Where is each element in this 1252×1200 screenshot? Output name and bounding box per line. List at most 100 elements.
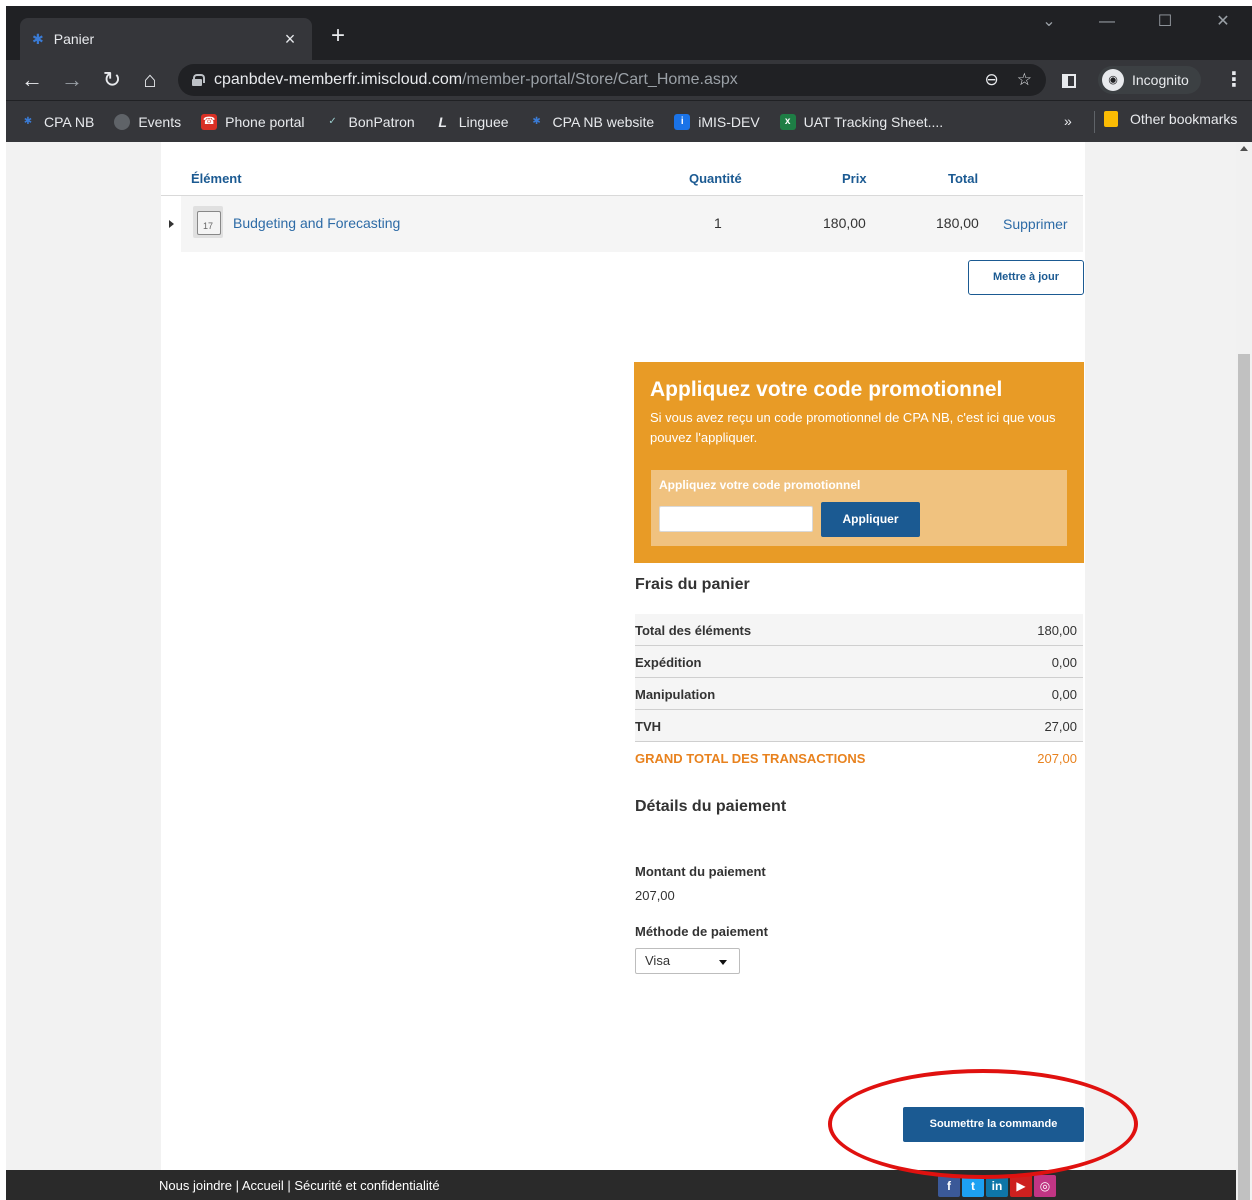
payment-method-select[interactable]: Visa	[635, 948, 740, 974]
phone-icon: ☎	[201, 113, 218, 130]
maple-leaf-icon: ✱	[532, 115, 541, 127]
folder-icon	[1104, 111, 1118, 127]
promo-code-label: Appliquez votre code promotionnel	[659, 478, 861, 492]
annotation-ellipse	[828, 1069, 1138, 1179]
expand-row-icon[interactable]	[161, 196, 181, 252]
bookmark-item[interactable]: x UAT Tracking Sheet....	[779, 113, 944, 130]
item-price: 180,00	[823, 215, 866, 231]
bookmark-label: Phone portal	[225, 113, 305, 130]
page-viewport: Élément Quantité Prix Total 17 Budgeting…	[6, 142, 1236, 1200]
browser-tab[interactable]: ✱ Panier ×	[20, 18, 312, 60]
bookmark-label: Events	[138, 113, 182, 130]
fee-label: Expédition	[635, 655, 702, 670]
browser-chrome: ✱ Panier × + ⌄ — ☐ ✕ ← → ↻ ⌂ cpanbdev-me…	[6, 6, 1252, 142]
grand-total-label: GRAND TOTAL DES TRANSACTIONS	[635, 751, 866, 766]
back-arrow-icon[interactable]: ←	[18, 66, 46, 94]
maximize-icon[interactable]: ☐	[1136, 6, 1194, 38]
grand-total-row: GRAND TOTAL DES TRANSACTIONS 207,00	[635, 742, 1083, 774]
imis-icon: i	[674, 113, 691, 130]
bookmark-label: iMIS-DEV	[698, 113, 760, 130]
promo-code-panel: Appliquez votre code promotionnel Si vou…	[634, 362, 1084, 563]
incognito-icon: ◉	[1102, 69, 1124, 91]
url-host: cpanbdev-memberfr.imiscloud.com	[214, 71, 463, 88]
linguee-icon: L	[438, 113, 447, 130]
browser-toolbar: ← → ↻ ⌂ cpanbdev-memberfr.imiscloud.com …	[6, 60, 1252, 100]
fee-row: Expédition 0,00	[635, 646, 1083, 678]
bookmark-item[interactable]: L Linguee	[435, 113, 509, 130]
header-item: Élément	[191, 171, 242, 186]
title-bar: ✱ Panier × + ⌄ — ☐ ✕	[6, 6, 1252, 60]
promo-title: Appliquez votre code promotionnel	[650, 378, 1003, 401]
scrollbar-thumb[interactable]	[1238, 354, 1250, 1200]
payment-method-value: Visa	[645, 953, 671, 968]
lock-icon	[192, 74, 205, 86]
fee-row: Total des éléments 180,00	[635, 614, 1083, 646]
window-controls: ⌄ — ☐ ✕	[1020, 6, 1252, 38]
cart-fees-title: Frais du panier	[635, 576, 750, 593]
check-icon: ✓	[328, 115, 337, 127]
footer-links[interactable]: Nous joindre | Accueil | Sécurité et con…	[159, 1178, 440, 1193]
side-panel-icon[interactable]	[1062, 74, 1076, 88]
close-tab-icon[interactable]: ×	[280, 29, 300, 50]
update-cart-button[interactable]: Mettre à jour	[968, 260, 1084, 295]
apply-promo-button[interactable]: Appliquer	[821, 502, 920, 537]
reload-icon[interactable]: ↻	[98, 66, 126, 94]
payment-method-label: Méthode de paiement	[635, 924, 768, 939]
bookmark-item[interactable]: ✱ CPA NB website	[529, 113, 655, 130]
menu-kebab-icon[interactable]: ⋮	[1224, 66, 1244, 94]
forward-arrow-icon[interactable]: →	[58, 66, 86, 94]
incognito-label: Incognito	[1132, 72, 1189, 88]
promo-description: Si vous avez reçu un code promotionnel d…	[650, 410, 1056, 445]
payment-details-title: Détails du paiement	[635, 798, 787, 815]
bookmark-item[interactable]: Events	[114, 113, 182, 130]
bookmark-item[interactable]: i iMIS-DEV	[674, 113, 760, 130]
page-footer: Nous joindre | Accueil | Sécurité et con…	[6, 1170, 1236, 1200]
cart-table-header: Élément Quantité Prix Total	[161, 162, 1083, 196]
home-icon[interactable]: ⌂	[136, 66, 164, 94]
bookmarks-bar: ✱ CPA NB Events ☎ Phone portal ✓ BonPatron …	[6, 100, 1252, 142]
other-bookmarks-label: Other bookmarks	[1130, 111, 1238, 127]
bookmarks-separator	[1094, 111, 1095, 133]
bookmark-item[interactable]: ✓ BonPatron	[325, 114, 414, 130]
minimize-icon[interactable]: —	[1078, 6, 1136, 38]
bookmark-label: CPA NB	[44, 113, 95, 130]
bookmarks-overflow-button[interactable]: »	[1064, 113, 1072, 129]
cart-fees-table: Total des éléments 180,00 Expédition 0,0…	[635, 614, 1083, 774]
other-bookmarks[interactable]: Other bookmarks	[1104, 111, 1237, 127]
bookmark-label: Linguee	[458, 113, 509, 130]
bookmark-item[interactable]: ✱ CPA NB	[20, 113, 95, 130]
new-tab-button[interactable]: +	[324, 22, 352, 50]
bookmark-item[interactable]: ☎ Phone portal	[201, 113, 305, 130]
zoom-icon[interactable]: ⊖	[985, 70, 999, 90]
star-icon[interactable]: ☆	[1017, 70, 1032, 90]
item-name-link[interactable]: Budgeting and Forecasting	[233, 215, 400, 231]
address-bar[interactable]: cpanbdev-memberfr.imiscloud.com /member-…	[178, 64, 1046, 96]
promo-code-input[interactable]	[659, 506, 813, 532]
grand-total-value: 207,00	[1037, 751, 1077, 766]
cart-page: Élément Quantité Prix Total 17 Budgeting…	[161, 142, 1085, 1200]
fee-label: Manipulation	[635, 687, 716, 702]
delete-item-link[interactable]: Supprimer	[1003, 216, 1068, 232]
maple-leaf-icon: ✱	[32, 30, 44, 47]
instagram-icon[interactable]: ◎	[1034, 1175, 1056, 1197]
fee-row: TVH 27,00	[635, 710, 1083, 742]
header-price: Prix	[842, 171, 867, 186]
item-total: 180,00	[936, 215, 979, 231]
scroll-up-icon[interactable]	[1240, 146, 1248, 151]
page-scrollbar[interactable]	[1236, 142, 1252, 1200]
promo-code-box: Appliquez votre code promotionnel Appliq…	[651, 470, 1067, 546]
close-window-icon[interactable]: ✕	[1194, 6, 1252, 38]
maple-leaf-icon: ✱	[23, 115, 33, 127]
cart-table: Élément Quantité Prix Total 17 Budgeting…	[161, 162, 1083, 252]
fee-value: 0,00	[1051, 687, 1077, 702]
payment-amount-label: Montant du paiement	[635, 864, 766, 879]
fee-value: 27,00	[1044, 719, 1077, 734]
payment-amount-value: 207,00	[635, 888, 675, 903]
facebook-icon[interactable]: f	[938, 1175, 960, 1197]
bookmark-label: UAT Tracking Sheet....	[803, 113, 944, 130]
youtube-icon[interactable]: ▶	[1010, 1175, 1032, 1197]
chevron-down-icon[interactable]: ⌄	[1020, 6, 1078, 38]
table-row: 17 Budgeting and Forecasting 1 180,00 18…	[161, 196, 1083, 252]
bookmark-label: CPA NB website	[552, 113, 655, 130]
incognito-badge[interactable]: ◉ Incognito	[1098, 66, 1201, 94]
